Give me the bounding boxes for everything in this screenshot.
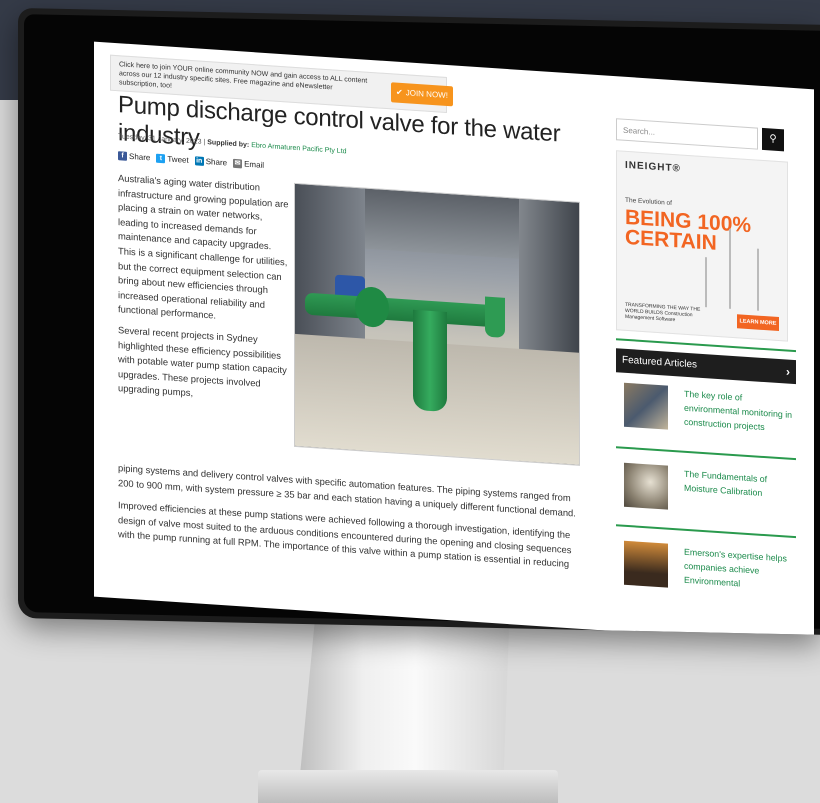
monitor-stand-base bbox=[258, 770, 558, 803]
divider bbox=[616, 524, 796, 539]
featured-article-title[interactable]: Emerson's expertise helps companies achi… bbox=[684, 545, 796, 594]
photo-green-pipe-far bbox=[485, 296, 505, 338]
featured-article-item[interactable]: Emerson's expertise helps companies achi… bbox=[624, 540, 794, 588]
ad-brand: INEIGHT® bbox=[625, 159, 681, 175]
photo-ceiling bbox=[365, 188, 519, 259]
featured-article-item[interactable]: The key role of environmental monitoring… bbox=[624, 382, 794, 432]
featured-thumbnail[interactable] bbox=[624, 462, 668, 510]
share-facebook-button[interactable]: f Share bbox=[118, 151, 150, 162]
featured-articles-title: Featured Articles bbox=[622, 354, 698, 371]
twitter-icon: t bbox=[156, 153, 166, 164]
email-icon: ✉ bbox=[233, 158, 243, 169]
share-twitter-button[interactable]: t Tweet bbox=[156, 153, 189, 165]
ineight-ad[interactable]: INEIGHT® The Evolution of BEING 100% CER… bbox=[616, 150, 788, 342]
share-facebook-label: Share bbox=[129, 151, 151, 163]
share-linkedin-label: Share bbox=[205, 157, 228, 168]
featured-thumbnail[interactable] bbox=[624, 540, 668, 588]
wind-turbine-graphic bbox=[729, 228, 731, 309]
ad-headline: BEING 100% CERTAIN bbox=[625, 206, 751, 256]
article-body-full: piping systems and delivery control valv… bbox=[118, 461, 588, 581]
share-linkedin-button[interactable]: in Share bbox=[194, 156, 228, 168]
monitor: Click here to join YOUR online community… bbox=[18, 8, 820, 635]
wind-turbine-graphic bbox=[757, 248, 759, 311]
browser-screen: Click here to join YOUR online community… bbox=[94, 41, 814, 635]
search-icon: ⚲ bbox=[769, 133, 777, 145]
featured-articles-header[interactable]: Featured Articles › bbox=[616, 348, 796, 385]
article-body-column: Australia's aging water distribution inf… bbox=[118, 171, 290, 413]
featured-thumbnail[interactable] bbox=[624, 382, 668, 430]
search-button[interactable]: ⚲ bbox=[762, 127, 784, 152]
linkedin-icon: in bbox=[194, 156, 204, 166]
join-now-label: JOIN NOW! bbox=[405, 88, 448, 101]
ad-learn-more-button[interactable]: LEARN MORE bbox=[737, 314, 779, 332]
article-photo-pump-station bbox=[294, 182, 580, 466]
chevron-right-icon[interactable]: › bbox=[786, 360, 790, 384]
featured-article-item[interactable]: The Fundamentals of Moisture Calibration bbox=[624, 462, 794, 510]
monitor-bezel: Click here to join YOUR online community… bbox=[24, 14, 820, 635]
share-email-button[interactable]: ✉ Email bbox=[233, 158, 265, 170]
article-paragraph-1: Australia's aging water distribution inf… bbox=[118, 172, 289, 322]
share-email-label: Email bbox=[244, 159, 265, 170]
featured-article-title[interactable]: The key role of environmental monitoring… bbox=[684, 387, 796, 436]
facebook-icon: f bbox=[118, 151, 127, 161]
article-paragraph-2-start: Several recent projects in Sydney highli… bbox=[118, 324, 287, 399]
search-input[interactable]: Search... bbox=[616, 118, 758, 150]
wind-turbine-graphic bbox=[705, 257, 707, 308]
featured-article-title[interactable]: The Fundamentals of Moisture Calibration bbox=[684, 467, 796, 502]
photo-green-pipe-elbow bbox=[413, 309, 447, 413]
join-now-button[interactable]: ✔ JOIN NOW! bbox=[391, 82, 453, 107]
check-icon: ✔ bbox=[396, 87, 403, 98]
share-twitter-label: Tweet bbox=[167, 154, 189, 165]
divider bbox=[616, 446, 796, 461]
ad-small-text: TRANSFORMING THE WAY THE WORLD BUILDS Co… bbox=[625, 301, 701, 324]
